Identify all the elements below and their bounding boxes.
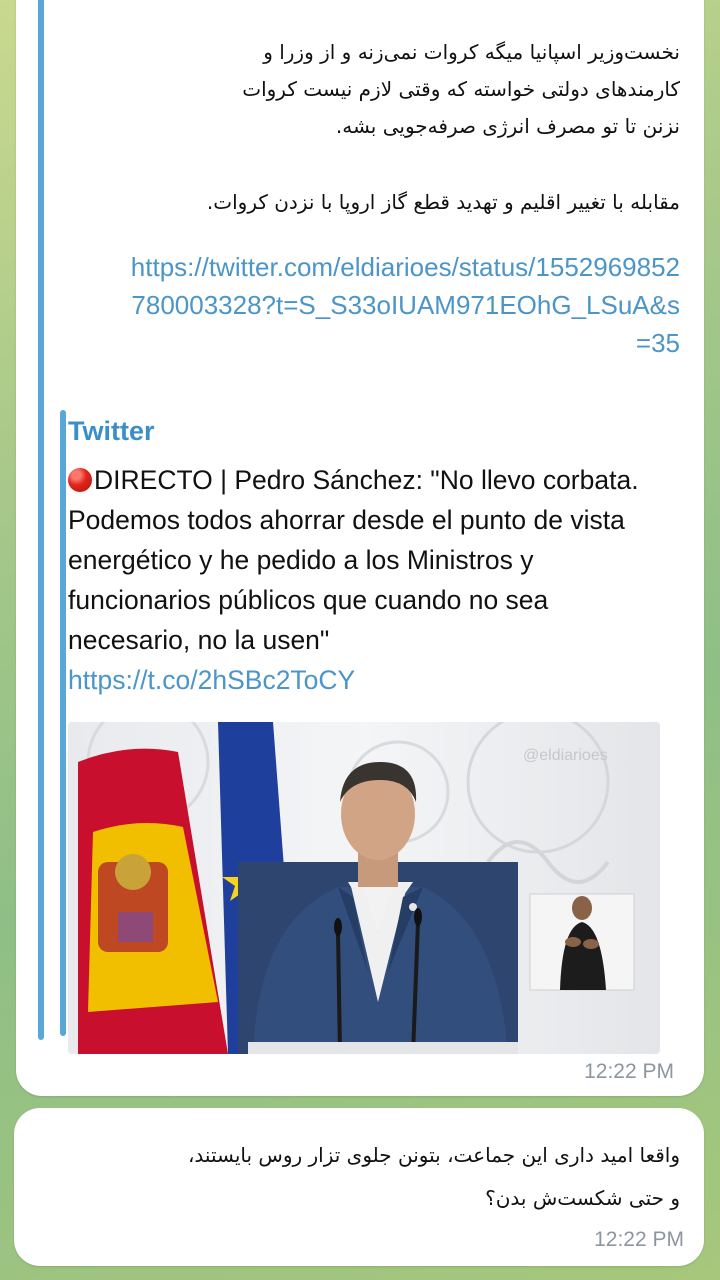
link-preview-bar — [60, 410, 66, 1036]
link-preview-short-link[interactable]: https://t.co/2hSBc2ToCY — [68, 660, 668, 700]
reply-quote-bar — [38, 0, 44, 1040]
message-text-2: واقعا امید داری این جماعت، بتونن جلوی تز… — [187, 1143, 680, 1210]
press-conference-photo: @eldiarioes — [68, 722, 660, 1054]
message-text-paragraph-1: نخست‌وزیر اسپانیا میگه کروات نمی‌زنه و ا… — [242, 40, 680, 138]
message-timestamp-2: 12:22 PM — [594, 1228, 684, 1251]
red-circle-icon — [68, 468, 92, 492]
link-preview-site-name[interactable]: Twitter — [68, 416, 155, 447]
link-preview-text: DIRECTO | Pedro Sánchez: "No llevo corba… — [68, 465, 639, 655]
tweet-link[interactable]: https://twitter.com/eldiarioes/status/15… — [120, 248, 680, 362]
photo-watermark: @eldiarioes — [523, 747, 608, 764]
message-text-paragraph-2: مقابله با تغییر اقلیم و تهدید قطع گاز ار… — [206, 190, 680, 214]
message-timestamp-1: 12:22 PM — [584, 1060, 674, 1083]
link-preview-description: DIRECTO | Pedro Sánchez: "No llevo corba… — [68, 460, 668, 700]
link-preview-image[interactable]: @eldiarioes — [68, 722, 660, 1054]
